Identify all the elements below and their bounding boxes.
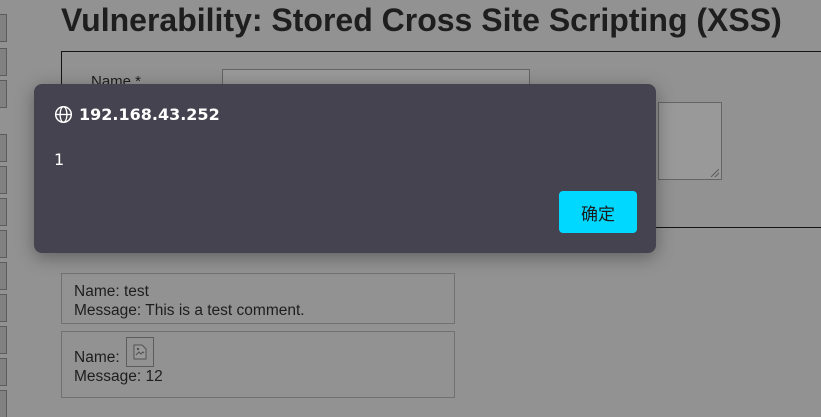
alert-dialog: 192.168.43.252 1 确定	[34, 84, 656, 253]
ok-button[interactable]: 确定	[559, 191, 637, 233]
dialog-message: 1	[54, 150, 65, 169]
dialog-origin: 192.168.43.252	[54, 105, 220, 124]
globe-icon	[54, 105, 73, 124]
dialog-origin-text: 192.168.43.252	[79, 105, 220, 124]
